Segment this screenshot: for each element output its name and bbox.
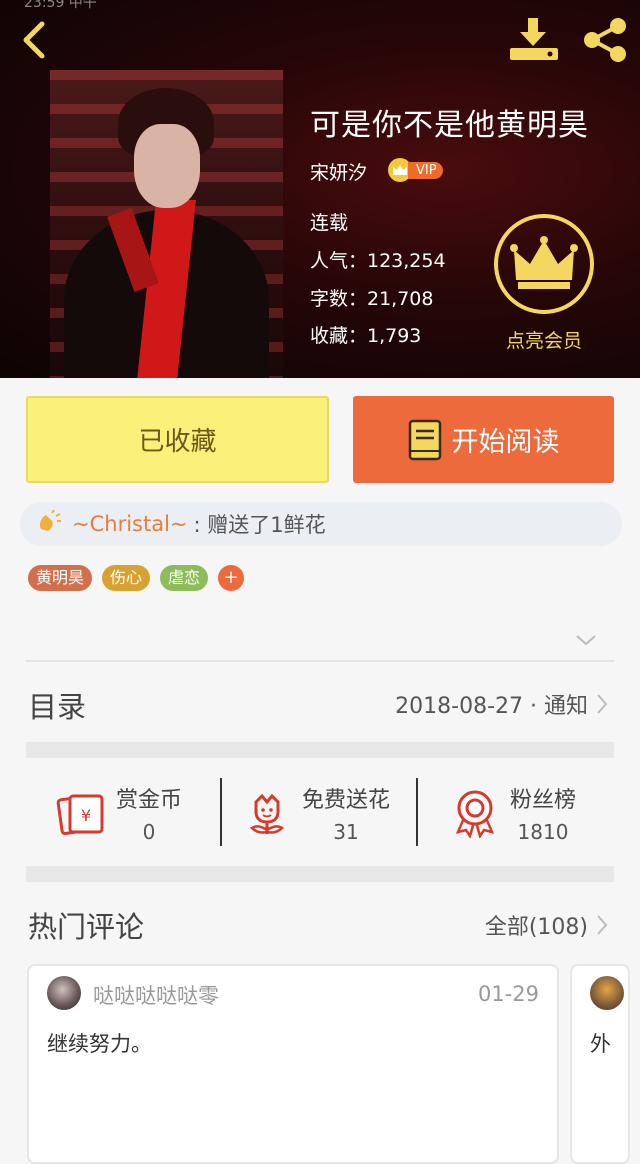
flowers-value: 31	[333, 820, 359, 844]
tag-item[interactable]: 虐恋	[160, 565, 209, 591]
comment-user[interactable]: 哒哒哒哒哒零	[93, 980, 219, 1010]
gift-notice[interactable]: ~Christal~ : 赠送了1鲜花	[20, 502, 622, 546]
popularity: 人气：123,254	[310, 250, 446, 272]
start-reading-button[interactable]: 开始阅读	[353, 396, 614, 483]
book-title: 可是你不是他黄明昊	[310, 108, 589, 143]
book-header: 23:59 中午 可是你不是他黄明昊 宋妍汐 VIP 连载 人气：123,254…	[0, 0, 640, 378]
hot-comments-title: 热门评论	[28, 910, 145, 944]
reward-label: 赏金币	[116, 788, 183, 813]
comment-date: 01-29	[477, 982, 539, 1006]
free-flowers-stat[interactable]: 免费送花 31	[242, 778, 390, 848]
flowers-label: 免费送花	[302, 788, 391, 813]
stat-divider	[416, 778, 418, 846]
comment-card[interactable]: 哒哒哒哒哒零 01-29 继续努力。	[27, 964, 559, 1164]
vip-badge: VIP	[388, 158, 443, 182]
tag-item[interactable]: 黄明昊	[28, 565, 93, 591]
svg-text:¥: ¥	[81, 806, 91, 825]
share-icon[interactable]	[580, 16, 630, 64]
comment-card[interactable]: 外	[570, 964, 630, 1164]
red-envelope-icon: ¥	[56, 788, 106, 838]
book-icon	[408, 419, 442, 461]
gift-user[interactable]: ~Christal~	[72, 512, 188, 536]
favorited-button[interactable]: 已收藏	[26, 396, 329, 483]
avatar[interactable]	[590, 976, 624, 1010]
toc-update-link[interactable]: 2018-08-27 · 通知	[395, 688, 608, 720]
add-tag-button[interactable]: +	[218, 565, 245, 591]
author-name[interactable]: 宋妍汐	[310, 158, 367, 185]
reward-coins-stat[interactable]: ¥ 赏金币 0	[56, 778, 182, 848]
toc-update-text: 2018-08-27 · 通知	[395, 694, 588, 719]
book-cover[interactable]	[50, 70, 283, 378]
activate-membership-button[interactable]: 点亮会员	[494, 214, 594, 352]
cover-face	[134, 124, 200, 208]
start-reading-label: 开始阅读	[451, 427, 560, 458]
favorite-count: 收藏：1,793	[310, 325, 422, 347]
clap-icon	[36, 508, 62, 540]
crown-icon	[494, 214, 594, 314]
back-icon[interactable]	[16, 18, 56, 62]
serial-status: 连载	[310, 212, 349, 234]
member-label: 点亮会员	[505, 330, 582, 352]
tag-list: 黄明昊 伤心 虐恋 +	[28, 565, 245, 591]
section-separator	[26, 866, 614, 882]
comment-text: 继续努力。	[47, 1032, 152, 1056]
toc-title[interactable]: 目录	[28, 684, 86, 726]
status-bar: 23:59 中午	[24, 0, 97, 11]
vip-label: VIP	[408, 161, 443, 179]
divider	[26, 660, 614, 662]
gift-message: : 赠送了1鲜花	[193, 513, 326, 537]
avatar[interactable]	[47, 976, 81, 1010]
stat-divider	[220, 778, 222, 846]
fans-label: 粉丝榜	[510, 788, 577, 813]
fan-ranking-stat[interactable]: 粉丝榜 1810	[450, 778, 576, 848]
all-comments-link[interactable]: 全部(108)	[485, 909, 608, 941]
word-count: 字数：21,708	[310, 288, 434, 310]
comment-text: 外	[590, 1032, 611, 1056]
chevron-right-icon	[596, 693, 608, 715]
medal-icon	[450, 788, 500, 839]
tag-item[interactable]: 伤心	[102, 565, 151, 591]
chevron-right-icon	[596, 914, 608, 936]
all-comments-text: 全部(108)	[484, 915, 588, 940]
fans-value: 1810	[517, 820, 569, 844]
reward-value: 0	[142, 820, 156, 844]
flower-icon	[242, 788, 292, 838]
section-separator	[26, 742, 614, 758]
chevron-down-icon[interactable]	[574, 632, 598, 648]
download-icon[interactable]	[506, 16, 562, 64]
